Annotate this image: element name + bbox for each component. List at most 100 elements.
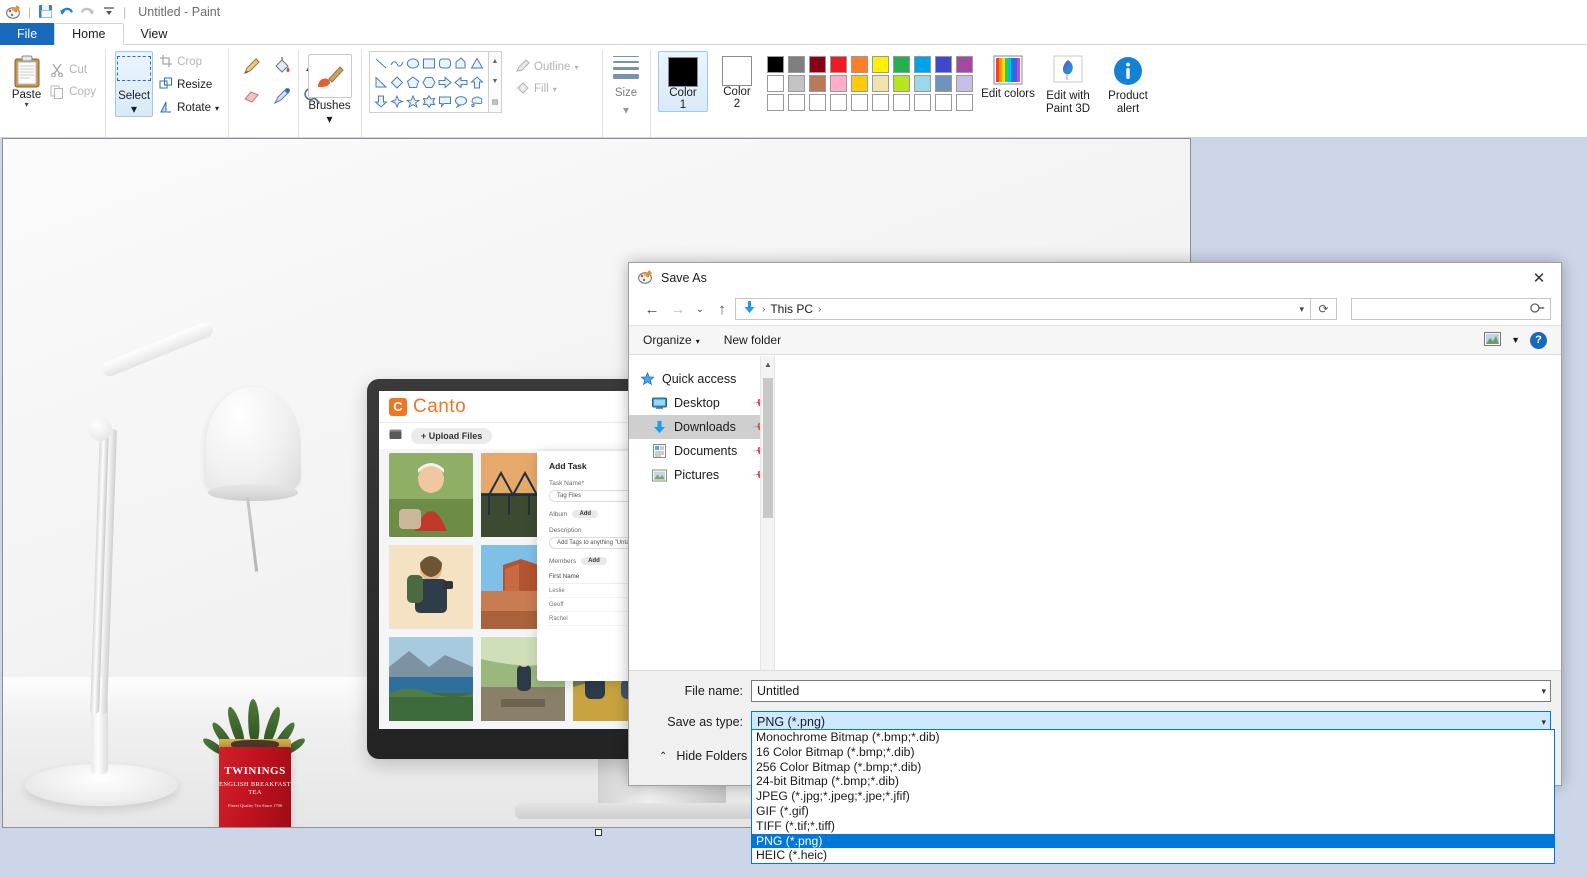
organize-button[interactable]: Organize ▾ <box>643 333 700 347</box>
color-swatch-row3-6[interactable] <box>893 94 910 111</box>
edit-with-paint3d-button[interactable]: Edit with Paint 3D <box>1040 51 1096 115</box>
color-swatch-row1-9[interactable] <box>956 56 973 73</box>
view-dropdown-icon[interactable]: ▼ <box>1511 335 1520 345</box>
tab-file[interactable]: File <box>0 23 55 45</box>
canto-upload-files-button[interactable]: + Upload Files <box>411 428 493 444</box>
sidebar-item-documents[interactable]: Documents 📌 <box>629 439 774 463</box>
color-swatch-row3-3[interactable] <box>830 94 847 111</box>
brushes-button[interactable] <box>307 54 352 98</box>
color-1-button[interactable]: Color 1 <box>658 51 708 112</box>
rotate-button[interactable]: Rotate ▾ <box>156 97 222 119</box>
color-picker-icon[interactable] <box>267 81 297 111</box>
shape-triangle-icon[interactable] <box>469 54 485 73</box>
hide-folders-button[interactable]: ⌃ Hide Folders <box>659 749 747 763</box>
shapes-scroll-buttons[interactable]: ▲ ▼ ▤ <box>489 51 502 113</box>
breadcrumb[interactable]: › This PC › ▾ <box>735 298 1311 320</box>
crop-button[interactable]: Crop <box>156 51 222 73</box>
paste-caret-icon[interactable]: ▾ <box>25 101 29 109</box>
color-swatch-row3-5[interactable] <box>872 94 889 111</box>
eraser-icon[interactable] <box>237 81 267 111</box>
fill-icon[interactable] <box>267 51 297 81</box>
shape-six-point-star-icon[interactable] <box>421 92 437 111</box>
file-name-input[interactable]: Untitled ▾ <box>751 680 1551 702</box>
outline-button[interactable]: Outline ▾ <box>512 56 581 78</box>
pencil-icon[interactable] <box>237 51 267 81</box>
shape-rounded-rectangle-icon[interactable] <box>437 54 453 73</box>
color-swatch-row1-3[interactable] <box>830 56 847 73</box>
back-icon[interactable]: ← <box>639 296 665 322</box>
color-swatch-row3-9[interactable] <box>956 94 973 111</box>
type-option[interactable]: PNG (*.png) <box>752 833 1554 849</box>
fill-button[interactable]: Fill ▾ <box>512 78 581 100</box>
sidebar-item-pictures[interactable]: Pictures 📌 <box>629 463 774 487</box>
color-swatch-row1-1[interactable] <box>788 56 805 73</box>
product-alert-button[interactable]: Product alert <box>1100 51 1156 115</box>
up-icon[interactable]: ↑ <box>709 296 735 322</box>
color-swatch-row1-5[interactable] <box>872 56 889 73</box>
color-swatch-row2-1[interactable] <box>788 75 805 92</box>
shape-hexagon-icon[interactable] <box>421 73 437 92</box>
shape-curve-icon[interactable] <box>389 54 405 73</box>
breadcrumb-dropdown-icon[interactable]: ▾ <box>1299 304 1304 315</box>
file-name-dropdown-icon[interactable]: ▾ <box>1541 686 1546 697</box>
sidebar-item-downloads[interactable]: Downloads 📌 <box>629 415 774 439</box>
color-swatch-row3-0[interactable] <box>767 94 784 111</box>
shape-rounded-callout-icon[interactable] <box>437 92 453 111</box>
edit-colors-button[interactable]: Edit colors <box>980 51 1036 101</box>
customize-quick-access-icon[interactable] <box>100 3 117 20</box>
shape-cloud-callout-icon[interactable] <box>469 92 485 111</box>
color-swatch-row2-5[interactable] <box>872 75 889 92</box>
close-icon[interactable]: ✕ <box>1517 264 1561 293</box>
color-swatch-row1-8[interactable] <box>935 56 952 73</box>
color-swatch-row2-4[interactable] <box>851 75 868 92</box>
forward-icon[interactable]: → <box>665 296 691 322</box>
view-mode-icon[interactable] <box>1484 331 1502 349</box>
recent-locations-icon[interactable]: ⌄ <box>691 296 709 322</box>
resize-button[interactable]: Resize <box>156 74 222 96</box>
color-swatch-row2-3[interactable] <box>830 75 847 92</box>
shape-right-triangle-icon[interactable] <box>373 73 389 92</box>
color-swatch-row3-4[interactable] <box>851 94 868 111</box>
shape-diamond-icon[interactable] <box>389 73 405 92</box>
shapes-scroll-up-icon[interactable]: ▲ <box>492 58 499 65</box>
nav-quick-access[interactable]: Quick access <box>629 367 774 391</box>
color-swatch-row3-1[interactable] <box>788 94 805 111</box>
color-swatch-row2-9[interactable] <box>956 75 973 92</box>
shape-down-arrow-icon[interactable] <box>373 92 389 111</box>
color-swatch-row1-7[interactable] <box>914 56 931 73</box>
type-option[interactable]: HEIC (*.heic) <box>752 848 1554 863</box>
tab-view[interactable]: View <box>124 23 185 45</box>
type-option[interactable]: Monochrome Bitmap (*.bmp;*.dib) <box>752 730 1554 745</box>
type-option[interactable]: GIF (*.gif) <box>752 804 1554 819</box>
color-swatch-row2-7[interactable] <box>914 75 931 92</box>
shape-right-arrow-icon[interactable] <box>437 73 453 92</box>
save-icon[interactable] <box>37 3 54 20</box>
scroll-up-icon[interactable]: ▲ <box>761 356 775 372</box>
help-icon[interactable]: ? <box>1530 331 1547 349</box>
shape-oval-icon[interactable] <box>405 54 421 73</box>
color-swatch-row1-4[interactable] <box>851 56 868 73</box>
asset-thumb[interactable] <box>389 453 473 537</box>
shapes-gallery[interactable] <box>369 51 489 113</box>
tab-home[interactable]: Home <box>54 23 124 45</box>
search-input[interactable] <box>1351 298 1551 320</box>
undo-icon[interactable] <box>58 3 75 20</box>
brushes-caret-icon[interactable]: ▾ <box>326 112 332 126</box>
shapes-expand-icon[interactable]: ▤ <box>492 98 499 106</box>
shape-five-point-star-icon[interactable] <box>405 92 421 111</box>
type-option[interactable]: 24-bit Bitmap (*.bmp;*.dib) <box>752 774 1554 789</box>
paste-button[interactable]: Paste ▾ <box>8 51 45 109</box>
save-as-type-dropdown-list[interactable]: Monochrome Bitmap (*.bmp;*.dib) 16 Color … <box>751 729 1555 865</box>
color-swatch-row2-0[interactable] <box>767 75 784 92</box>
shape-rectangle-icon[interactable] <box>421 54 437 73</box>
type-option[interactable]: 16 Color Bitmap (*.bmp;*.dib) <box>752 745 1554 760</box>
type-option[interactable]: 256 Color Bitmap (*.bmp;*.dib) <box>752 760 1554 775</box>
redo-icon[interactable] <box>79 3 96 20</box>
shape-up-arrow-icon[interactable] <box>469 73 485 92</box>
album-add-button[interactable]: Add <box>572 510 599 518</box>
shape-four-point-star-icon[interactable] <box>389 92 405 111</box>
type-option[interactable]: TIFF (*.tif;*.tiff) <box>752 819 1554 834</box>
asset-thumb[interactable] <box>389 545 473 629</box>
asset-thumb[interactable] <box>389 637 473 721</box>
color-swatch-row3-2[interactable] <box>809 94 826 111</box>
